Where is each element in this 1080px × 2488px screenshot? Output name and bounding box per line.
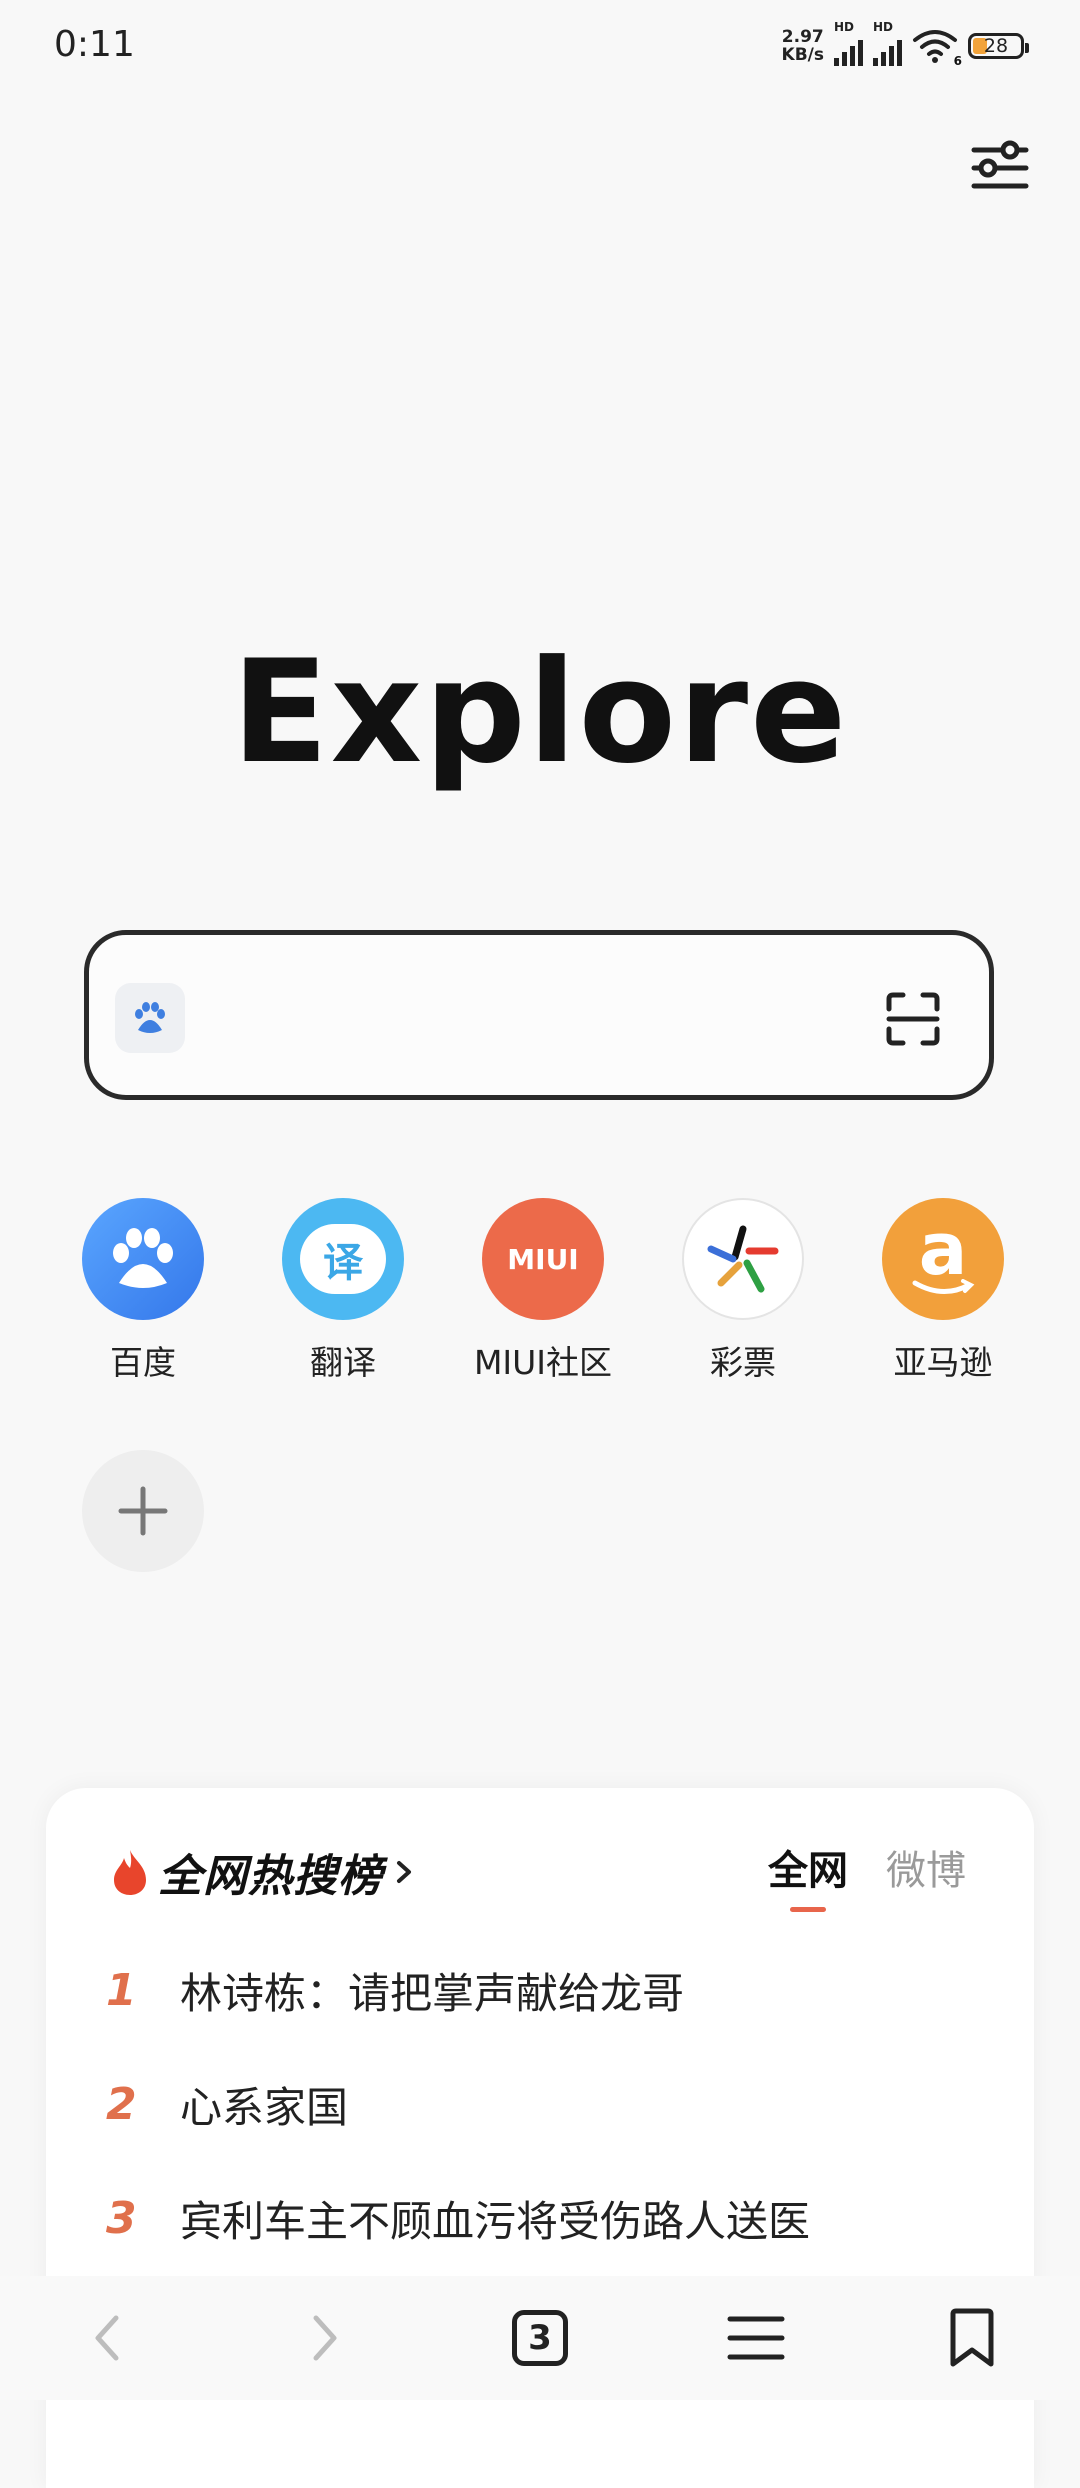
hot-text[interactable]: 林诗栋：请把掌声献给龙哥: [180, 1960, 684, 2021]
shortcut-lottery[interactable]: 彩票: [643, 1198, 843, 1384]
shortcut-grid: 百度 译 翻译 MIUI MIUI社区 彩票 a 亚马逊: [0, 1198, 1080, 1398]
hot-text[interactable]: 宾利车主不顾血污将受伤路人送医: [180, 2188, 810, 2249]
chevron-right-icon[interactable]: [391, 1855, 417, 1889]
scan-icon[interactable]: [885, 991, 941, 1047]
hot-search-header[interactable]: 全网热搜榜: [110, 1840, 417, 1904]
hot-rank: 2: [106, 2078, 137, 2130]
search-input[interactable]: [209, 975, 833, 1061]
shortcut-amazon[interactable]: a 亚马逊: [843, 1198, 1043, 1384]
network-speed: 2.97 KB/s: [781, 27, 824, 65]
search-box[interactable]: [84, 930, 994, 1100]
flame-icon: [114, 1850, 146, 1895]
shortcut-baidu[interactable]: 百度: [43, 1198, 243, 1384]
hot-list-item[interactable]: 3 宾利车主不顾血污将受伤路人送医: [106, 2188, 810, 2248]
battery-icon: 28: [968, 33, 1029, 59]
status-time: 0:11: [54, 24, 135, 65]
explore-logo: Explore: [231, 630, 849, 795]
hot-rank: 1: [106, 1964, 137, 2016]
shortcut-miui[interactable]: MIUI MIUI社区: [443, 1198, 643, 1384]
sim1-signal-icon: HD: [834, 20, 863, 66]
plus-icon: [118, 1486, 168, 1536]
menu-button[interactable]: [716, 2298, 796, 2378]
sim2-signal-icon: HD: [873, 20, 902, 66]
chevron-left-icon: [95, 2315, 119, 2361]
status-indicators: 2.97 KB/s HD HD 6 28: [781, 20, 1029, 68]
baidu-icon[interactable]: [82, 1198, 204, 1320]
wifi-icon: 6: [912, 28, 962, 68]
tab-weibo[interactable]: 微博: [886, 1838, 966, 1896]
menu-icon: [727, 2316, 785, 2360]
back-button[interactable]: [68, 2298, 148, 2378]
amazon-icon[interactable]: a: [882, 1198, 1004, 1320]
miui-icon[interactable]: MIUI: [482, 1198, 604, 1320]
forward-button[interactable]: [284, 2298, 364, 2378]
chevron-right-icon: [313, 2315, 337, 2361]
bottom-nav: 3: [0, 2276, 1080, 2400]
hot-rank: 3: [106, 2192, 137, 2244]
hot-text[interactable]: 心系家国: [180, 2074, 348, 2135]
add-shortcut-button[interactable]: [82, 1450, 204, 1572]
shortcut-translate[interactable]: 译 翻译: [243, 1198, 443, 1384]
tab-count-badge: 3: [512, 2310, 568, 2366]
status-bar: 0:11 2.97 KB/s HD HD 6 28: [0, 0, 1080, 90]
hot-list-item[interactable]: 2 心系家国: [106, 2074, 348, 2134]
translate-icon[interactable]: 译: [282, 1198, 404, 1320]
tab-all-web[interactable]: 全网: [768, 1838, 848, 1912]
hot-list-item[interactable]: 1 林诗栋：请把掌声献给龙哥: [106, 1960, 684, 2020]
hot-search-title[interactable]: 全网热搜榜: [158, 1840, 383, 1904]
bookmark-icon: [950, 2308, 994, 2367]
tabs-button[interactable]: 3: [500, 2298, 580, 2378]
sliders-icon[interactable]: [970, 138, 1030, 198]
bookmark-button[interactable]: [932, 2298, 1012, 2378]
baidu-paw-icon[interactable]: [115, 983, 185, 1053]
hot-search-tabs: 全网 微博: [768, 1838, 966, 1912]
lottery-icon[interactable]: [682, 1198, 804, 1320]
